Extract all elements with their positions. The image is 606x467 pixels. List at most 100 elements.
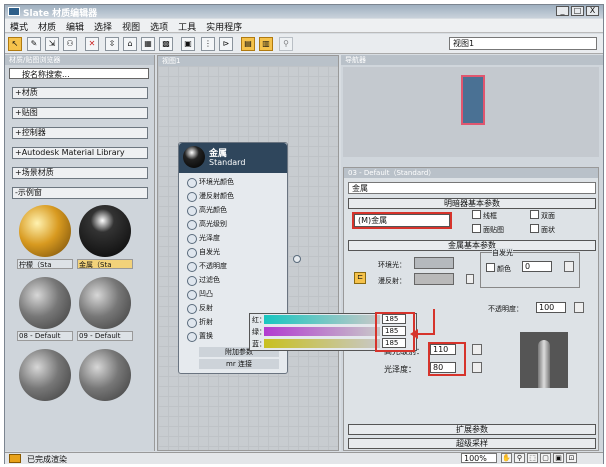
menu-tools[interactable]: 工具 <box>173 19 201 34</box>
navigator-icon[interactable]: ⚲ <box>279 37 293 51</box>
background-icon[interactable]: ▦ <box>141 37 155 51</box>
self-illum-value[interactable]: 0 <box>522 261 552 272</box>
zoom-region-icon[interactable]: ⬚ <box>527 453 538 463</box>
menu-options[interactable]: 选项 <box>145 19 173 34</box>
swatch-lemon[interactable] <box>19 205 71 257</box>
node-slot[interactable]: 凹凸 <box>187 289 285 300</box>
view-tab[interactable]: 视图1 <box>158 56 338 66</box>
menu-utilities[interactable]: 实用程序 <box>201 19 247 34</box>
minimize-button[interactable]: _ <box>556 6 569 16</box>
menu-mode[interactable]: 模式 <box>5 19 33 34</box>
arrow-line <box>433 309 435 335</box>
search-input[interactable]: 按名称搜索... <box>9 68 149 79</box>
two-sided-checkbox[interactable]: 双面 <box>530 210 555 221</box>
wireframe-checkbox[interactable]: 线框 <box>472 210 497 221</box>
blue-slider[interactable] <box>264 339 380 348</box>
node-slot[interactable]: 高光颜色 <box>187 205 285 216</box>
red-slider[interactable] <box>264 315 380 324</box>
lock-icon[interactable]: ⊏ <box>354 272 366 284</box>
rollout-materials[interactable]: +材质 <box>12 87 148 99</box>
opacity-spinner[interactable]: 100 <box>536 302 566 313</box>
zoom-icon[interactable]: ⚲ <box>514 453 525 463</box>
move-children-icon[interactable]: ⇳ <box>105 37 119 51</box>
render-icon <box>9 454 21 463</box>
delete-icon[interactable]: ✕ <box>85 37 99 51</box>
node-slot[interactable]: 反射 <box>187 303 285 314</box>
node-output-socket[interactable] <box>293 255 301 263</box>
node-slot[interactable]: 环境光颜色 <box>187 177 285 188</box>
zoom-extents-icon[interactable]: ▢ <box>540 453 551 463</box>
node-mr-connection[interactable]: mr 连接 <box>199 359 279 369</box>
put-material-icon[interactable]: ⇲ <box>45 37 59 51</box>
select-tool-icon[interactable]: ↖ <box>8 37 22 51</box>
swatch-default-09[interactable] <box>79 277 131 329</box>
opacity-map-button[interactable] <box>574 302 584 313</box>
extended-params-rollout[interactable]: 扩展参数 <box>348 424 596 435</box>
swatch-label: 金属（Sta <box>77 259 133 269</box>
pan-icon[interactable]: ✋ <box>501 453 512 463</box>
show-map-icon[interactable]: ⌂ <box>123 37 137 51</box>
swatch-label: 09 - Default <box>77 331 133 341</box>
rollout-maps[interactable]: +贴图 <box>12 107 148 119</box>
zoom-selected-icon[interactable]: ▣ <box>553 453 564 463</box>
zoom-select[interactable]: 100% <box>461 453 497 463</box>
swatch-default-08[interactable] <box>19 277 71 329</box>
menu-material[interactable]: 材质 <box>33 19 61 34</box>
supersampling-rollout[interactable]: 超级采样 <box>348 438 596 449</box>
face-map-checkbox[interactable]: 面贴图 <box>472 224 504 235</box>
navigator-view[interactable] <box>343 67 599 157</box>
app-icon <box>8 7 20 16</box>
toolbar: ↖ ✎ ⇲ ⚇ ✕ ⇳ ⌂ ▦ ▩ ▣ ⋮ ⊳ ▤ ▥ ⚲ 视图1 <box>5 34 603 54</box>
material-header: 03 - Default（Standard） <box>344 168 598 178</box>
maximize-button[interactable]: □ <box>571 6 584 16</box>
swatch-slot[interactable] <box>19 349 71 401</box>
self-illum-map-button[interactable] <box>564 261 574 272</box>
diffuse-map-button[interactable] <box>466 274 474 284</box>
node-slot[interactable]: 光泽度 <box>187 233 285 244</box>
node-slot[interactable]: 不透明度 <box>187 261 285 272</box>
highlight-box <box>428 342 466 376</box>
rollout-scene-materials[interactable]: +场景材质 <box>12 167 148 179</box>
rollout-controllers[interactable]: +控制器 <box>12 127 148 139</box>
material-name-field[interactable]: 金属 <box>348 182 596 194</box>
self-illum-color-checkbox[interactable]: 颜色 <box>486 263 511 274</box>
rollout-autodesk-library[interactable]: +Autodesk Material Library <box>12 147 148 159</box>
node-slot[interactable]: 自发光 <box>187 247 285 258</box>
fit-icon[interactable]: ⊡ <box>566 453 577 463</box>
menu-edit[interactable]: 编辑 <box>61 19 89 34</box>
node-view[interactable]: 视图1 金属 Standard 环境光颜色 漫反射颜色 高光颜色 高光级别 光泽… <box>157 55 339 451</box>
status-text: 已完成渲染 <box>27 455 67 464</box>
layout-icon[interactable]: ▣ <box>181 37 195 51</box>
status-bar: 已完成渲染 100% ✋ ⚲ ⬚ ▢ ▣ ⊡ <box>5 452 603 464</box>
swatch-slot[interactable] <box>79 349 131 401</box>
faceted-checkbox[interactable]: 面状 <box>530 224 555 235</box>
arrange-icon[interactable]: ⋮ <box>201 37 215 51</box>
toggle-browser-icon[interactable]: ▤ <box>241 37 255 51</box>
diffuse-swatch[interactable] <box>414 273 454 285</box>
node-slot[interactable]: 过滤色 <box>187 275 285 286</box>
node-slot[interactable]: 漫反射颜色 <box>187 191 285 202</box>
assign-material-icon[interactable]: ⚇ <box>63 37 77 51</box>
nav-controls: ✋ ⚲ ⬚ ▢ ▣ ⊡ <box>501 453 577 463</box>
toggle-params-icon[interactable]: ▥ <box>259 37 273 51</box>
shader-basic-rollout[interactable]: 明暗器基本参数 <box>348 198 596 209</box>
metal-basic-rollout[interactable]: 金属基本参数 <box>348 240 596 251</box>
gloss-map-button[interactable] <box>472 362 482 373</box>
green-slider[interactable] <box>264 327 380 336</box>
menu-select[interactable]: 选择 <box>89 19 117 34</box>
node-slot[interactable]: 高光级别 <box>187 219 285 230</box>
swatch-metal[interactable] <box>79 205 131 257</box>
close-button[interactable]: X <box>586 6 599 16</box>
ambient-swatch[interactable] <box>414 257 454 269</box>
spec-map-button[interactable] <box>472 344 482 355</box>
node-preview <box>183 146 205 168</box>
navigator-frame[interactable] <box>461 75 485 125</box>
view-selector[interactable]: 视图1 <box>449 37 597 50</box>
eyedropper-icon[interactable]: ✎ <box>27 37 41 51</box>
hide-unused-icon[interactable]: ⊳ <box>219 37 233 51</box>
menu-view[interactable]: 视图 <box>117 19 145 34</box>
rollout-sample-slots[interactable]: -示例窗 <box>12 187 148 199</box>
grid-icon[interactable]: ▩ <box>159 37 173 51</box>
arrow-head-icon <box>410 329 418 339</box>
opacity-label: 不透明度： <box>488 305 523 313</box>
